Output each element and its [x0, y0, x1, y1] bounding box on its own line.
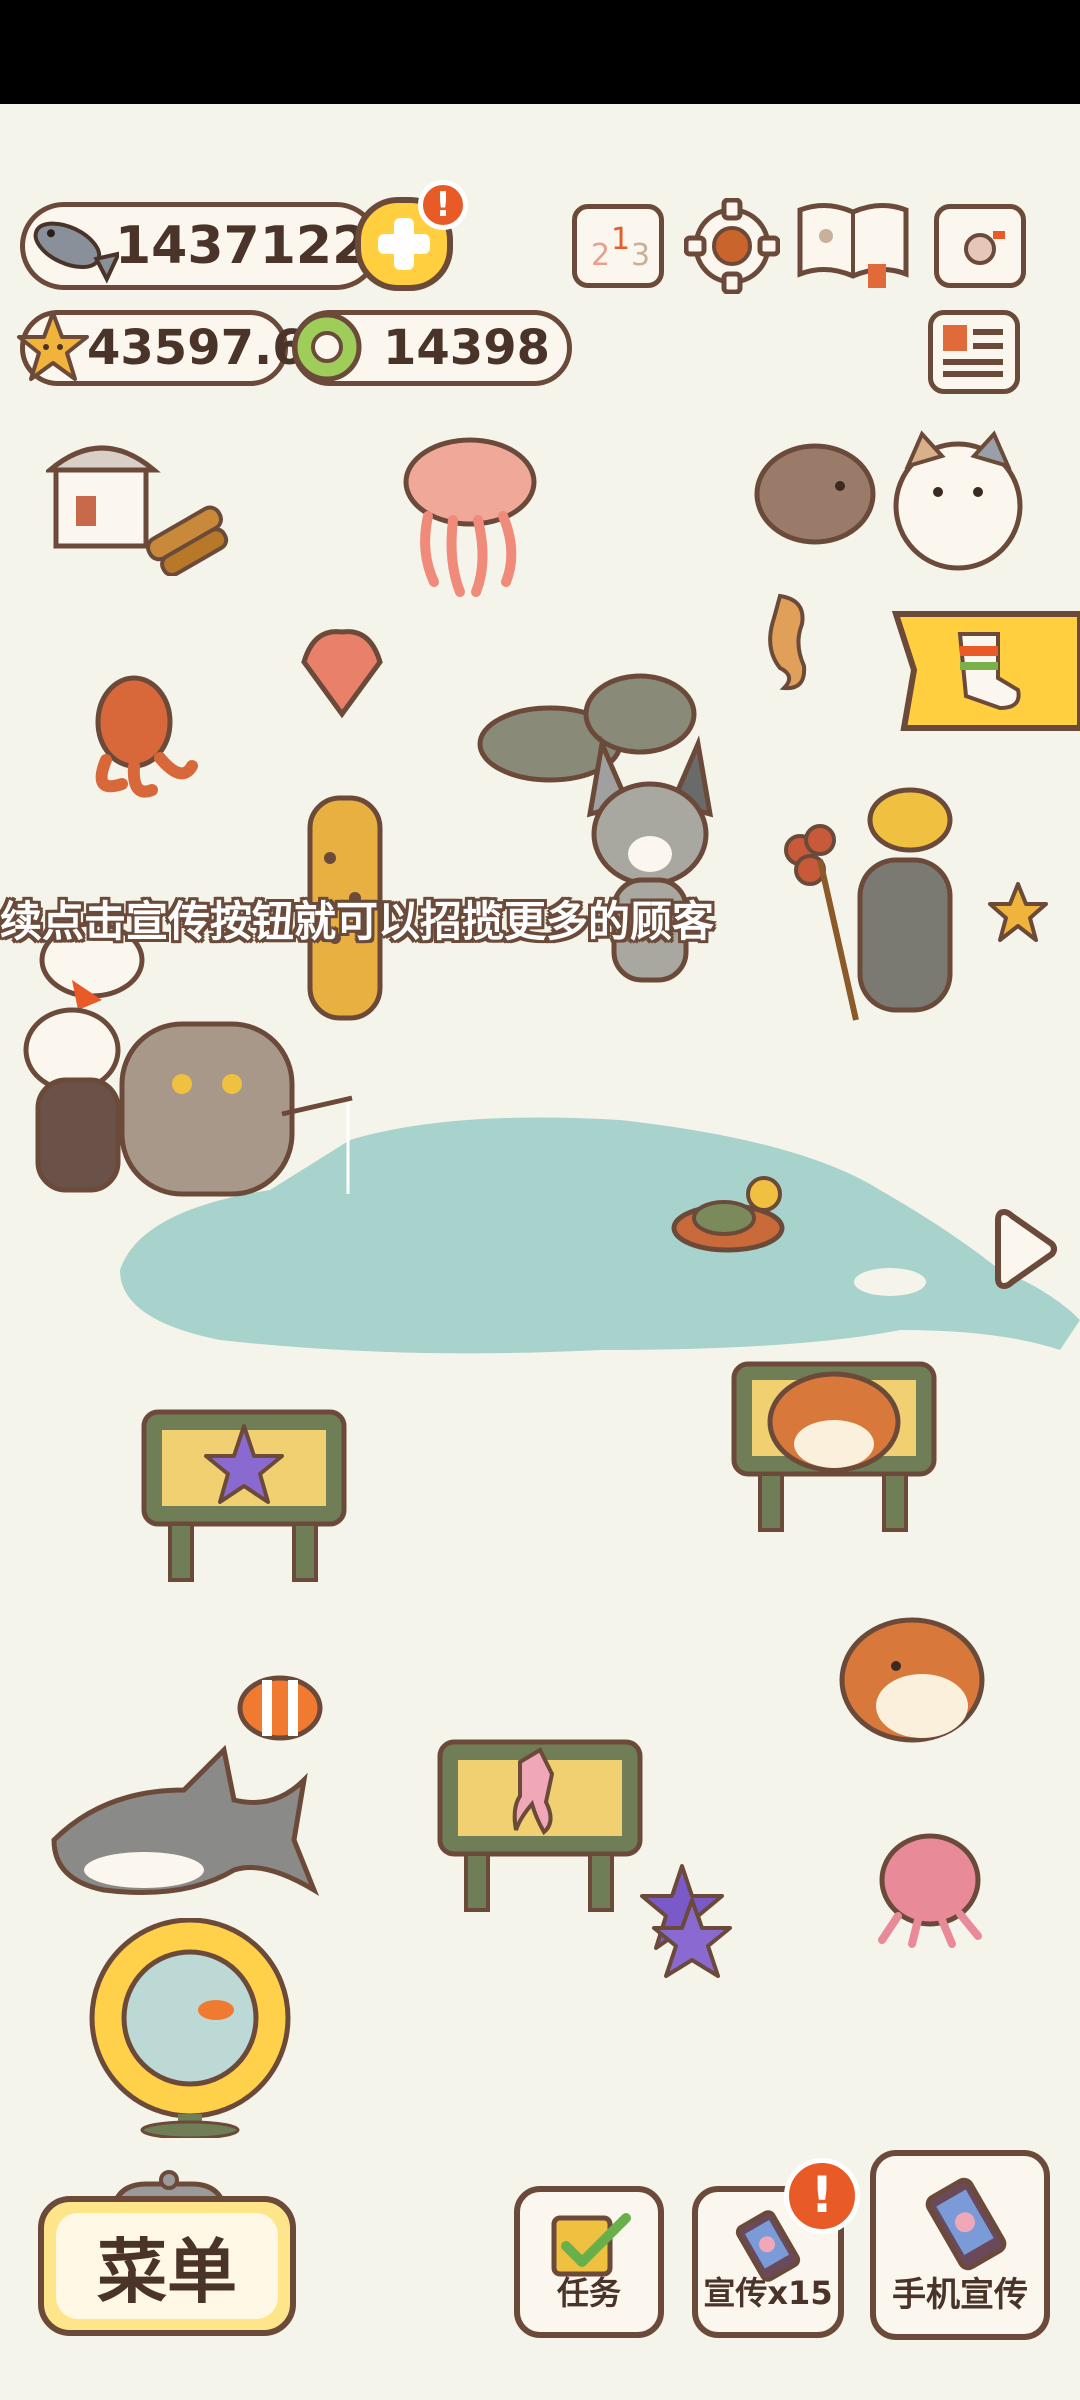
animal-book-button[interactable]	[794, 196, 912, 292]
ranking-button[interactable]: 213	[572, 204, 664, 288]
ring-currency-pill: 14398	[292, 310, 572, 386]
fish-tank-icon	[89, 1918, 291, 2138]
ring-amount: 14398	[383, 320, 550, 376]
starfish-display-board[interactable]	[140, 1408, 350, 1588]
next-area-button[interactable]	[994, 1204, 1060, 1294]
menu-button[interactable]: 菜单	[38, 2196, 296, 2336]
star-amount: 43597.6	[87, 320, 306, 376]
phone-promote-label: 手机宣传	[892, 2275, 1028, 2315]
christmas-stocking-icon	[891, 611, 1080, 731]
ring-icon	[289, 309, 365, 385]
dog-customer-icon	[586, 735, 714, 983]
newspaper-icon	[943, 325, 1003, 377]
animal-book-icon	[797, 203, 909, 288]
svg-text:2: 2	[591, 238, 610, 273]
manul-cat-fishing-icon	[119, 1021, 353, 1197]
star-icon	[15, 309, 91, 385]
settings-gear-icon	[684, 198, 780, 294]
crab-icon	[878, 1833, 982, 1948]
christmas-event-banner[interactable]	[890, 608, 1080, 734]
settings-button[interactable]	[684, 198, 780, 294]
menu-label: 菜单	[56, 2213, 278, 2319]
svg-text:3: 3	[631, 238, 650, 273]
camera-icon	[947, 225, 1013, 271]
shark-icon	[51, 1744, 320, 1896]
promote-alert-badge: !	[784, 2158, 860, 2234]
phone-promote-button[interactable]: 手机宣传	[870, 2150, 1050, 2340]
flatfish-icon	[754, 443, 876, 545]
camera-button[interactable]	[934, 204, 1026, 288]
svg-text:1: 1	[611, 222, 630, 257]
tasks-button[interactable]: 任务	[514, 2186, 664, 2338]
octopus-icon	[95, 675, 198, 798]
jellyfish-icon	[403, 437, 537, 597]
seahorse-icon	[768, 593, 807, 691]
fish-icon	[23, 199, 119, 295]
cat-customer-icon	[893, 430, 1023, 571]
checklist-icon	[551, 2213, 631, 2277]
turtle-boat-icon	[671, 1176, 785, 1253]
plus-alert-badge: !	[418, 180, 468, 230]
clownfish-icon	[237, 1675, 323, 1741]
pufferfish-icon	[839, 1617, 985, 1743]
status-bar	[0, 0, 1080, 104]
newspaper-button[interactable]	[928, 310, 1020, 394]
phone-icon	[925, 2177, 1007, 2271]
ranking-icon: 213	[591, 222, 650, 273]
chevron-right-icon	[995, 1209, 1057, 1289]
shell-icon	[301, 629, 383, 719]
pufferfish-display-board[interactable]	[730, 1358, 940, 1538]
hint-text: 续点击宣传按钮就可以招揽更多的顾客	[0, 897, 715, 946]
fish-currency-pill: 14371228	[20, 202, 404, 290]
shop-stand-icon	[46, 445, 229, 576]
squid-display-board[interactable]	[436, 1738, 646, 1918]
starfish-cluster-icon	[640, 1864, 732, 1978]
star-currency-pill: 43597.6	[17, 310, 306, 386]
